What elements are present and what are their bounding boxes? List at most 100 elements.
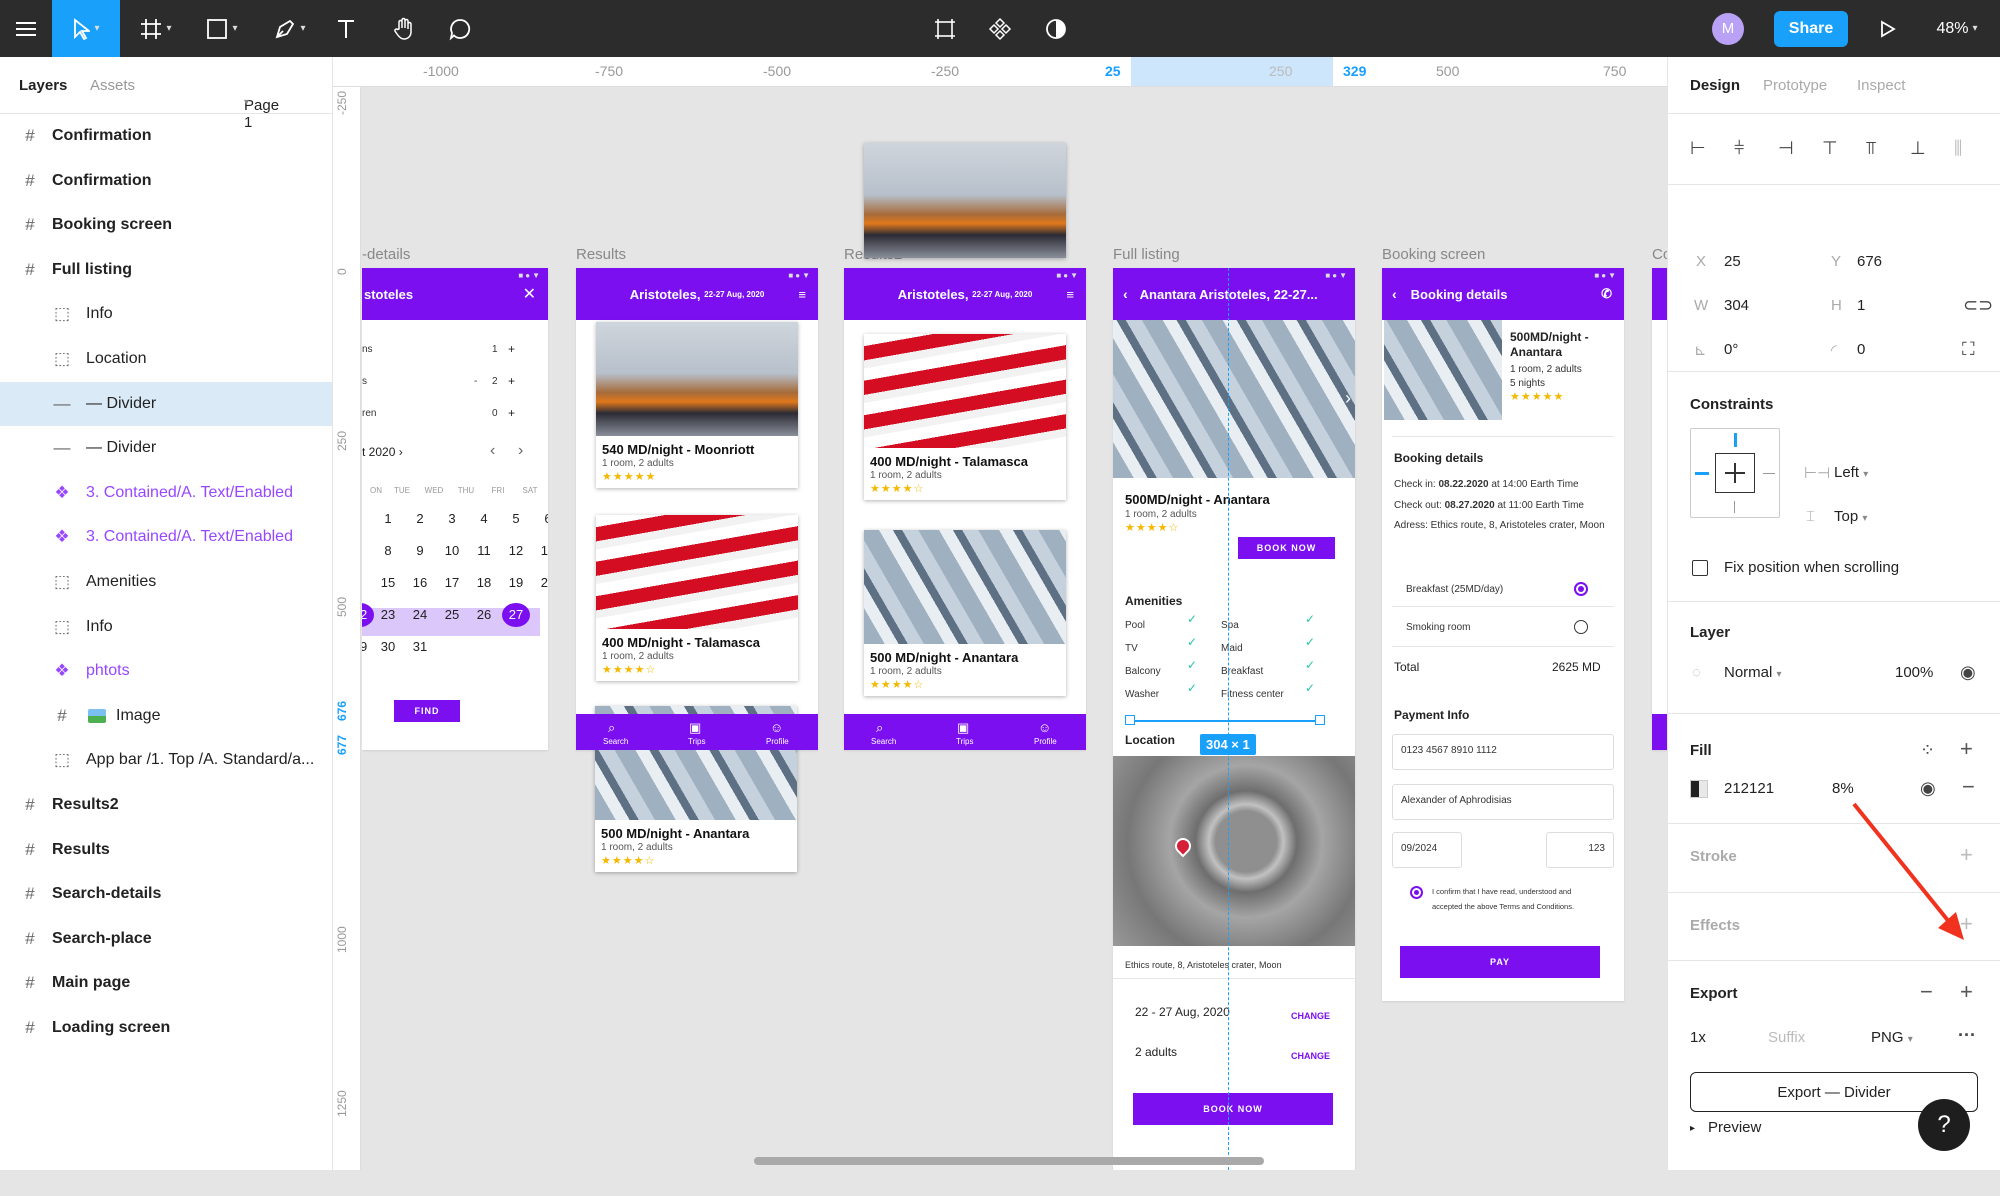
- result-card[interactable]: 540 MD/night - Moonriott 1 room, 2 adult…: [596, 322, 798, 488]
- nav-label[interactable]: Trips: [956, 737, 973, 746]
- nav-label[interactable]: Profile: [1034, 737, 1057, 746]
- layer-item[interactable]: ⬚ Location: [0, 337, 332, 381]
- independent-corners-icon[interactable]: ⛶: [1962, 339, 1975, 360]
- briefcase-icon[interactable]: ▣: [957, 720, 969, 736]
- frame-confirmation-partial[interactable]: [1652, 268, 1667, 750]
- chevron-right-icon[interactable]: ›: [1345, 388, 1351, 409]
- align-left-icon[interactable]: ⊢: [1690, 138, 1706, 159]
- frame-results2[interactable]: Aristoteles, 22-27 Aug, 2020 ≡ ■●▼ 400 M…: [844, 268, 1086, 750]
- result-card[interactable]: 500 MD/night - Anantara 1 room, 2 adults…: [864, 530, 1066, 696]
- layer-item[interactable]: # Booking screen: [0, 203, 332, 247]
- calendar-day[interactable]: 27: [502, 603, 530, 627]
- layer-item[interactable]: ❖ 3. Contained/A. Text/Enabled: [0, 471, 332, 515]
- y-input[interactable]: 676: [1857, 253, 1882, 270]
- create-component-button[interactable]: [980, 0, 1020, 57]
- phone-icon[interactable]: ✆: [1601, 286, 1612, 302]
- fix-position-checkbox[interactable]: [1692, 560, 1708, 576]
- vertical-constraint-select[interactable]: Top ▾: [1834, 508, 1867, 525]
- canvas[interactable]: -details Results Results2 Full listing B…: [362, 88, 1667, 1170]
- layer-item[interactable]: # Results: [0, 828, 332, 872]
- align-right-icon[interactable]: ⊣: [1778, 138, 1794, 159]
- layer-item[interactable]: ❖ phtots: [0, 649, 332, 693]
- resize-handle[interactable]: [1125, 715, 1135, 725]
- terms-radio[interactable]: [1410, 886, 1423, 899]
- calendar-day[interactable]: 20: [534, 575, 548, 590]
- export-format-select[interactable]: PNG ▾: [1871, 1029, 1913, 1046]
- result-card[interactable]: 400 MD/night - Talamasca 1 room, 2 adult…: [864, 334, 1066, 500]
- calendar-day[interactable]: 6: [534, 511, 548, 526]
- change-dates-button[interactable]: CHANGE: [1291, 1011, 1330, 1021]
- book-now-large-button[interactable]: BOOK NOW: [1133, 1093, 1333, 1125]
- moon-map[interactable]: [1113, 756, 1355, 946]
- x-input[interactable]: 25: [1724, 253, 1741, 270]
- tab-layers[interactable]: Layers: [19, 77, 67, 94]
- help-button[interactable]: ?: [1918, 1099, 1970, 1151]
- main-menu-icon[interactable]: [0, 0, 52, 57]
- horizontal-constraint-select[interactable]: Left ▾: [1834, 464, 1868, 481]
- calendar-day[interactable]: 25: [438, 607, 466, 622]
- constraint-right[interactable]: [1763, 473, 1775, 474]
- calendar-day[interactable]: 29: [362, 639, 374, 654]
- search-icon[interactable]: ⌕: [608, 720, 615, 736]
- calendar-day[interactable]: 19: [502, 575, 530, 590]
- add-fill-icon[interactable]: +: [1960, 738, 1973, 760]
- height-input[interactable]: 1: [1857, 297, 1865, 314]
- eye-icon[interactable]: ◉: [1960, 662, 1976, 683]
- calendar-day[interactable]: 15: [374, 575, 402, 590]
- more-options-icon[interactable]: ···: [1958, 1025, 1976, 1046]
- layer-item[interactable]: # Full listing: [0, 248, 332, 292]
- layer-item[interactable]: # Loading screen: [0, 1006, 332, 1050]
- find-button[interactable]: FIND: [394, 700, 460, 722]
- frame-label[interactable]: Co: [1652, 246, 1667, 263]
- smoking-radio[interactable]: [1574, 620, 1588, 634]
- floating-image-card[interactable]: [864, 143, 1066, 258]
- calendar-day[interactable]: 11: [470, 543, 498, 558]
- pen-tool-button[interactable]: ▾: [262, 0, 318, 57]
- calendar-day[interactable]: 5: [502, 511, 530, 526]
- tab-design[interactable]: Design: [1690, 77, 1740, 94]
- result-card[interactable]: 400 MD/night - Talamasca 1 room, 2 adult…: [596, 515, 798, 681]
- layer-item[interactable]: ❖ 3. Contained/A. Text/Enabled: [0, 515, 332, 559]
- export-scale-select[interactable]: 1x: [1690, 1029, 1706, 1046]
- calendar-day[interactable]: 1: [374, 511, 402, 526]
- layer-item[interactable]: ⬚ Amenities: [0, 560, 332, 604]
- layer-item[interactable]: ⬚ Info: [0, 292, 332, 336]
- component-frame-button[interactable]: [925, 0, 965, 57]
- distribute-icon[interactable]: ⫼: [1954, 138, 1962, 159]
- constraint-bottom[interactable]: [1734, 501, 1735, 513]
- nav-label[interactable]: Search: [871, 737, 896, 746]
- fill-swatch[interactable]: [1690, 780, 1708, 798]
- profile-icon[interactable]: ☺: [770, 720, 783, 735]
- move-tool-button[interactable]: ▾: [52, 0, 120, 57]
- remove-fill-icon[interactable]: −: [1962, 776, 1975, 798]
- rotation-input[interactable]: 0°: [1724, 341, 1738, 358]
- calendar-day[interactable]: 10: [438, 543, 466, 558]
- calendar-day[interactable]: 24: [406, 607, 434, 622]
- tab-prototype[interactable]: Prototype: [1763, 77, 1827, 94]
- back-arrow-icon[interactable]: ‹: [1392, 286, 1397, 302]
- layer-item[interactable]: — — Divider: [0, 426, 332, 470]
- frame-label[interactable]: Results: [576, 246, 626, 263]
- frame-label[interactable]: Full listing: [1113, 246, 1180, 263]
- layer-item[interactable]: ⬚ Info: [0, 605, 332, 649]
- zoom-menu[interactable]: 48% ▾: [1922, 0, 1992, 57]
- fill-opacity-input[interactable]: 8%: [1832, 780, 1854, 797]
- resize-handle[interactable]: [1315, 715, 1325, 725]
- briefcase-icon[interactable]: ▣: [689, 720, 701, 736]
- filter-icon[interactable]: ≡: [798, 287, 806, 302]
- layer-item[interactable]: # Confirmation: [0, 114, 332, 158]
- calendar-day[interactable]: 3: [438, 511, 466, 526]
- frame-results[interactable]: Aristoteles, 22-27 Aug, 2020 ≡ ■●▼ 540 M…: [576, 268, 818, 750]
- calendar-month[interactable]: t 2020 ›: [362, 445, 403, 459]
- calendar-day[interactable]: 13: [534, 543, 548, 558]
- calendar-day[interactable]: 18: [470, 575, 498, 590]
- close-icon[interactable]: ✕: [523, 284, 536, 304]
- layer-item[interactable]: # Main page: [0, 961, 332, 1005]
- breakfast-radio[interactable]: [1574, 582, 1588, 596]
- layer-item[interactable]: # Image: [0, 694, 332, 738]
- export-suffix-input[interactable]: Suffix: [1768, 1029, 1805, 1046]
- layer-item[interactable]: — — Divider: [0, 381, 332, 426]
- add-export-icon[interactable]: +: [1960, 981, 1973, 1003]
- pay-button[interactable]: PAY: [1400, 946, 1600, 978]
- filter-icon[interactable]: ≡: [1066, 287, 1074, 302]
